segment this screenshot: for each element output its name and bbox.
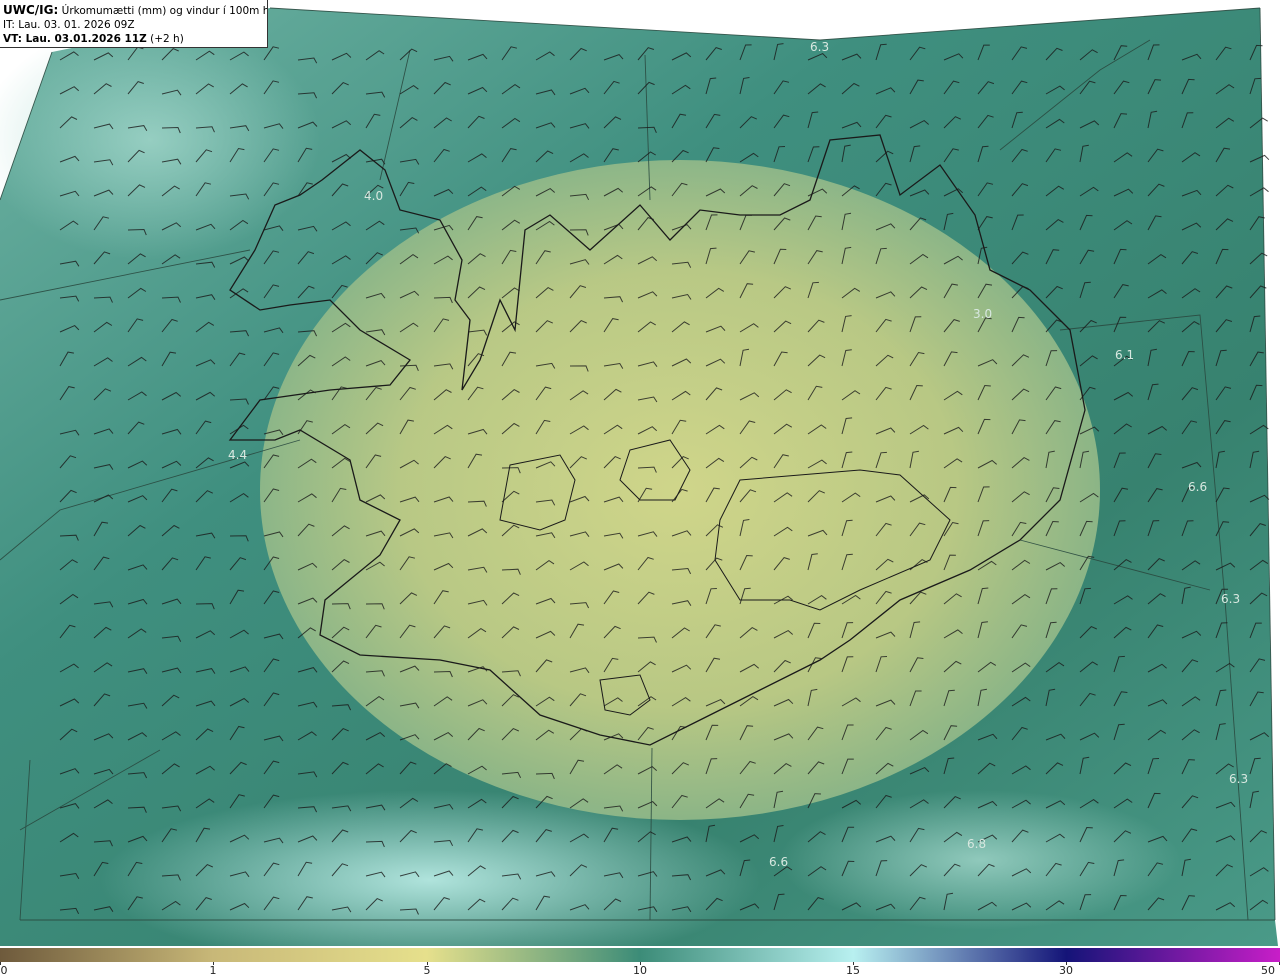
- map-value-label: 4.4: [228, 448, 247, 462]
- map-value-label: 6.3: [810, 40, 829, 54]
- map-value-label: 6.1: [1115, 348, 1134, 362]
- issue-time: IT: Lau. 03. 01. 2026 09Z: [3, 19, 135, 31]
- colorbar-tick-label: 30: [1059, 964, 1073, 977]
- valid-time-line: VT: Lau. 03.01.2026 11Z (+2 h): [3, 32, 264, 46]
- title-line: UWC/IG: Úrkomumætti (mm) og vindur í 100…: [3, 3, 267, 18]
- map-value-label: 3.0: [973, 307, 992, 321]
- model-name: UWC/IG:: [3, 3, 59, 17]
- info-box: UWC/IG: Úrkomumætti (mm) og vindur í 100…: [0, 0, 268, 48]
- valid-time: VT: Lau. 03.01.2026 11Z: [3, 33, 147, 45]
- valid-offset: (+2 h): [150, 33, 184, 45]
- map-canvas: 6.3 4.0 3.0 6.1 4.4 6.6 6.3 6.3 6.8 6.6: [0, 7, 1278, 946]
- map-value-label: 6.6: [769, 855, 788, 869]
- map-value-label: 6.3: [1229, 772, 1248, 786]
- colorbar-tick-label: 5: [423, 964, 431, 977]
- forecast-map: 6.3 4.0 3.0 6.1 4.4 6.6 6.3 6.3 6.8 6.6 …: [0, 0, 1280, 978]
- map-value-label: 6.3: [1221, 592, 1240, 606]
- colorbar-tick-label: 0: [0, 964, 8, 977]
- colorbar-tick-label: 1: [209, 964, 217, 977]
- colorbar-tick-label: 15: [846, 964, 860, 977]
- map-value-label: 4.0: [364, 189, 383, 203]
- map-value-label: 6.8: [967, 837, 986, 851]
- colorbar: 0 1 5 10 15 30 50: [0, 946, 1280, 978]
- colorbar-ticks: 0 1 5 10 15 30 50: [0, 962, 1280, 978]
- colorbar-tick-label: 50: [1261, 964, 1275, 977]
- product-title: Úrkomumætti (mm) og vindur í 100m hæð: [61, 5, 268, 17]
- colorbar-tick-label: 10: [633, 964, 647, 977]
- colorbar-strip: [0, 948, 1280, 962]
- map-value-label: 6.6: [1188, 480, 1207, 494]
